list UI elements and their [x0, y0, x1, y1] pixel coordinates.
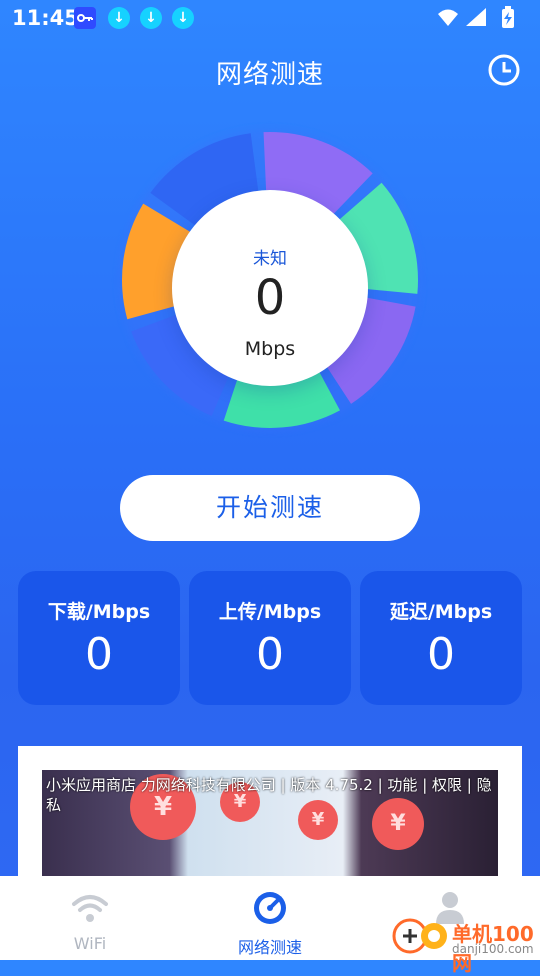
- ad-text: 小米应用商店 力网络科技有限公司 | 版本 4.75.2 | 功能 | 权限 |…: [46, 776, 492, 814]
- latency-card: 延迟/Mbps 0: [360, 571, 522, 705]
- upload-value: 0: [256, 629, 284, 680]
- download-value: 0: [85, 629, 113, 680]
- latency-label: 延迟/Mbps: [389, 601, 493, 623]
- gauge-center: 未知 0 Mbps: [172, 190, 368, 386]
- status-right-icons: [436, 6, 526, 34]
- signal-icon: [466, 8, 486, 26]
- upload-label: 上传/Mbps: [218, 601, 322, 623]
- key-icon: [74, 7, 96, 29]
- watermark-logo-icon: [392, 918, 447, 954]
- latency-value: 0: [427, 629, 455, 680]
- nav-item-wifi[interactable]: WiFi: [0, 876, 180, 960]
- page-title: 网络测速: [215, 60, 324, 90]
- watermark: 单机100网 danji100.com: [392, 912, 540, 975]
- clock-icon[interactable]: [488, 54, 520, 86]
- download-icon: ↓: [140, 7, 162, 29]
- ad-banner[interactable]: ¥ ¥ ¥ ¥ 小米应用商店 力网络科技有限公司 | 版本 4.75.2 | 功…: [42, 770, 498, 886]
- gauge-status: 未知: [253, 249, 287, 269]
- download-icon: ↓: [108, 7, 130, 29]
- status-bar: 11:45 ↓ ↓ ↓: [0, 0, 540, 36]
- wifi-icon: [438, 9, 458, 26]
- start-test-button[interactable]: 开始测速: [120, 475, 420, 541]
- upload-card: 上传/Mbps 0: [189, 571, 351, 705]
- status-time: 11:45: [12, 6, 79, 30]
- gauge-value: 0: [254, 270, 286, 326]
- ad-panel[interactable]: ¥ ¥ ¥ ¥ 小米应用商店 力网络科技有限公司 | 版本 4.75.2 | 功…: [18, 746, 522, 886]
- download-icon: ↓: [172, 7, 194, 29]
- gauge-unit: Mbps: [244, 338, 296, 360]
- nav-label-wifi: WiFi: [73, 934, 107, 953]
- nav-label-speedtest: 网络测速: [237, 938, 302, 957]
- download-card: 下载/Mbps 0: [18, 571, 180, 705]
- watermark-url: danji100.com: [452, 942, 534, 956]
- battery-charging-icon: [502, 6, 514, 28]
- speedometer-icon: [254, 892, 286, 924]
- download-label: 下载/Mbps: [47, 601, 151, 623]
- wifi-icon: [72, 895, 108, 922]
- nav-item-speedtest[interactable]: 网络测速: [180, 876, 360, 960]
